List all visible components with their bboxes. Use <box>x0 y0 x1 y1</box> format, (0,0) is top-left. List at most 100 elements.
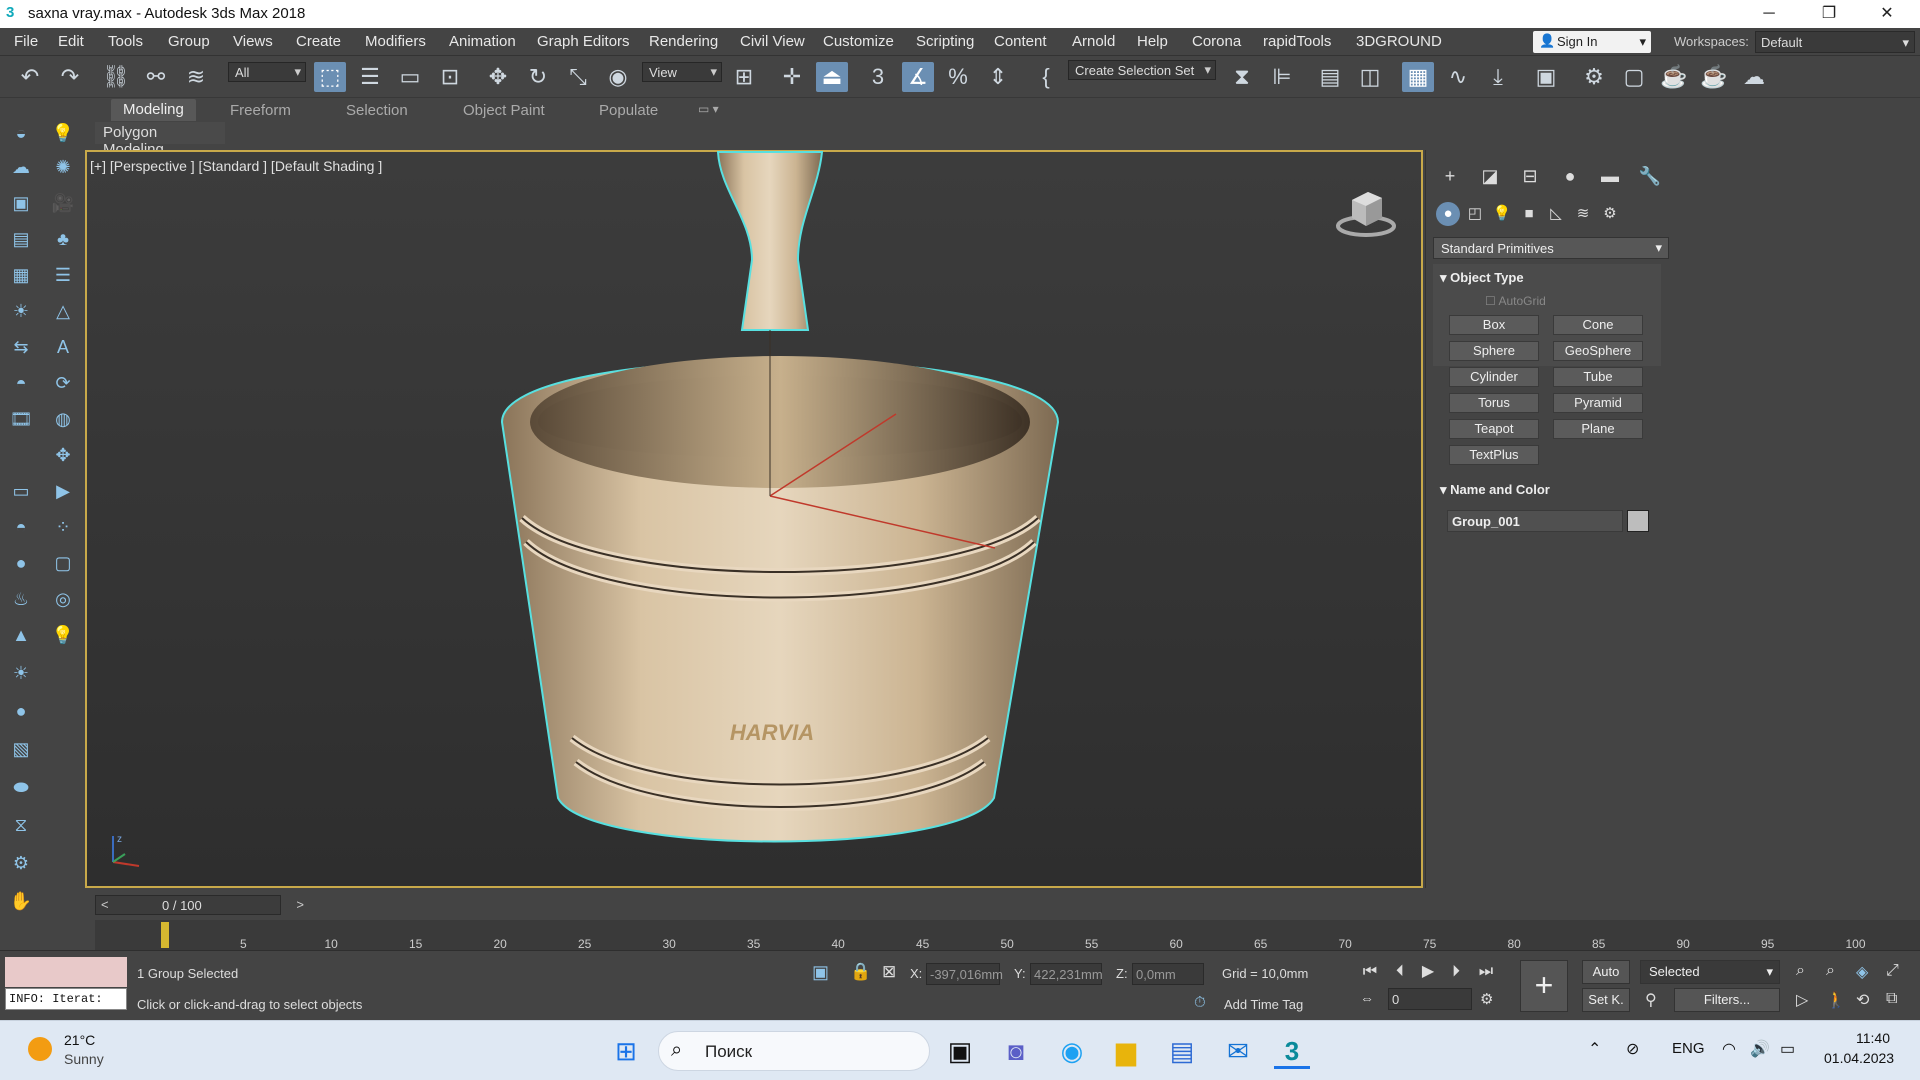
workspace-select[interactable]: Default ▾ <box>1755 31 1915 53</box>
bind-spacewarp-icon[interactable]: ≋ <box>180 62 212 92</box>
select-object-icon[interactable]: ⬚ <box>314 62 346 92</box>
time-slider-next[interactable]: > <box>296 897 304 912</box>
menu-graph-editors[interactable]: Graph Editors <box>537 33 630 50</box>
clock-time[interactable]: 11:40 <box>1856 1030 1890 1046</box>
weather-desc[interactable]: Sunny <box>64 1051 104 1067</box>
curve-editor-icon[interactable]: ∿ <box>1442 62 1474 92</box>
menu-rendering[interactable]: Rendering <box>649 33 718 50</box>
zoom-icon[interactable]: ⌕ <box>1796 962 1805 980</box>
menu-help[interactable]: Help <box>1137 33 1168 50</box>
clock-date[interactable]: 01.04.2023 <box>1824 1050 1894 1066</box>
utilities-tab-icon[interactable]: 🔧 <box>1636 166 1664 190</box>
modify-tab-icon[interactable]: ◪ <box>1476 166 1504 190</box>
key-mode-dropdown[interactable]: Selected ▾ <box>1640 960 1780 984</box>
geosphere-button[interactable]: GeoSphere <box>1553 341 1643 361</box>
undo-icon[interactable]: ↶ <box>14 62 46 92</box>
menu-animation[interactable]: Animation <box>449 33 516 50</box>
next-frame-icon[interactable]: ⏵ <box>1444 960 1468 984</box>
cylinder-button[interactable]: Cylinder <box>1449 367 1539 387</box>
spacewarps-icon[interactable]: ≋ <box>1571 202 1595 226</box>
orbit-icon[interactable]: ◎ <box>50 586 76 612</box>
go-to-end-icon[interactable]: ⏭ <box>1474 960 1498 984</box>
filters-button[interactable]: Filters... <box>1674 988 1780 1012</box>
maxscript-listener[interactable] <box>5 957 127 987</box>
move-gizmo-icon[interactable]: ✥ <box>50 442 76 468</box>
render-icon[interactable]: ▣ <box>8 190 34 216</box>
snaps-toggle-icon[interactable]: 3 <box>862 62 894 92</box>
walk-through-icon[interactable]: 🚶 <box>1826 990 1846 1010</box>
viewcube-icon[interactable] <box>1332 186 1396 240</box>
autogrid-checkbox[interactable]: ☐ AutoGrid <box>1485 294 1546 308</box>
link-icon[interactable]: ⛓ <box>100 62 132 92</box>
network-off-icon[interactable]: ⊘ <box>1626 1039 1639 1059</box>
frame-buffer-icon[interactable]: ▦ <box>8 262 34 288</box>
menu-create[interactable]: Create <box>296 33 341 50</box>
move-icon[interactable]: ✥ <box>482 62 514 92</box>
lights-icon[interactable]: 💡 <box>1490 202 1514 226</box>
textplus-button[interactable]: TextPlus <box>1449 445 1539 465</box>
z-coordinate-field[interactable]: 0,0mm <box>1132 963 1204 985</box>
weather-icon[interactable] <box>28 1037 52 1061</box>
align-icon[interactable]: ⊫ <box>1266 62 1298 92</box>
playhead[interactable] <box>161 922 169 948</box>
layer-explorer-icon[interactable]: ◫ <box>1354 62 1386 92</box>
camera-icon[interactable]: 🎥 <box>50 190 76 216</box>
lock-icon[interactable]: 🔒 <box>850 962 871 982</box>
maxscript-info[interactable]: INFO: Iterat: <box>5 988 127 1010</box>
zoom-extents-all-icon[interactable]: ⤢ <box>1886 962 1899 980</box>
time-config-icon[interactable]: ⚙ <box>1480 990 1493 1008</box>
selection-filter-dropdown[interactable]: All <box>228 62 306 82</box>
named-selection-icon[interactable]: { <box>1030 62 1062 92</box>
menu-content[interactable]: Content <box>994 33 1047 50</box>
menu-tools[interactable]: Tools <box>108 33 143 50</box>
wifi-icon[interactable]: ◠ <box>1722 1039 1736 1059</box>
set-key-button[interactable]: Set K. <box>1582 988 1630 1012</box>
gear-icon[interactable]: ⚙ <box>8 850 34 876</box>
create-tab-icon[interactable]: + <box>1436 166 1464 190</box>
plane-button[interactable]: Plane <box>1553 419 1643 439</box>
zoom-extents-icon[interactable]: ◈ <box>1856 962 1868 982</box>
selection-set-dropdown[interactable]: Create Selection Set <box>1068 60 1216 80</box>
torus-button[interactable]: Torus <box>1449 393 1539 413</box>
object-name-field[interactable]: Group_001 <box>1447 510 1623 532</box>
set-key-big-icon[interactable]: + <box>1520 960 1568 1012</box>
rect-selection-icon[interactable]: ▭ <box>394 62 426 92</box>
go-to-start-icon[interactable]: ⏮ <box>1358 960 1382 984</box>
mirror-icon[interactable]: ⧗ <box>1226 62 1258 92</box>
sphere-button[interactable]: Sphere <box>1449 341 1539 361</box>
tab-object-paint[interactable]: Object Paint <box>463 102 545 119</box>
globe-icon[interactable]: ◍ <box>50 406 76 432</box>
y-coordinate-field[interactable]: 422,231mm <box>1030 963 1103 985</box>
rotate-view-icon[interactable]: ⟳ <box>50 370 76 396</box>
unlink-icon[interactable]: ⚯ <box>140 62 172 92</box>
name-color-header[interactable]: ▾ Name and Color <box>1440 482 1550 498</box>
geometry-icon[interactable]: ● <box>1436 202 1460 226</box>
tab-selection[interactable]: Selection <box>346 102 408 119</box>
scale-icon[interactable]: ⤡ <box>562 62 594 92</box>
angle-snap-icon[interactable]: ∡ <box>902 62 934 92</box>
redo-icon[interactable]: ↷ <box>54 62 86 92</box>
bucket-model[interactable]: HARVIA <box>480 150 1060 850</box>
menu-rapidtools[interactable]: rapidTools <box>1263 33 1331 50</box>
pivot-icon[interactable]: ⊞ <box>728 62 760 92</box>
show-hidden-icons[interactable]: ⌃ <box>1588 1039 1601 1059</box>
x-coordinate-field[interactable]: -397,016mm <box>926 963 1003 985</box>
hat-icon[interactable]: ♨ <box>8 586 34 612</box>
capsule-icon[interactable]: ⬬ <box>8 774 34 800</box>
viewport-label[interactable]: [+] [Perspective ] [Standard ] [Default … <box>90 158 382 174</box>
menu-group[interactable]: Group <box>168 33 210 50</box>
ribbon-options-icon[interactable]: ▭ ▾ <box>698 102 719 116</box>
frame-arrows-icon[interactable]: ⇔ <box>1360 990 1374 1006</box>
auto-key-button[interactable]: Auto <box>1582 960 1630 984</box>
language-indicator[interactable]: ENG <box>1672 1040 1705 1057</box>
menu-edit[interactable]: Edit <box>58 33 84 50</box>
lamp-icon[interactable]: 💡 <box>50 622 76 648</box>
absolute-mode-icon[interactable]: ⊠ <box>882 962 896 982</box>
menu-customize[interactable]: Customize <box>823 33 894 50</box>
ball-icon[interactable]: ● <box>8 698 34 724</box>
menu-3dground[interactable]: 3DGROUND <box>1356 33 1442 50</box>
maximize-viewport-icon[interactable]: ⧉ <box>1886 990 1897 1008</box>
menu-arnold[interactable]: Arnold <box>1072 33 1115 50</box>
menu-views[interactable]: Views <box>233 33 273 50</box>
task-view-icon[interactable]: ▣ <box>942 1033 978 1069</box>
